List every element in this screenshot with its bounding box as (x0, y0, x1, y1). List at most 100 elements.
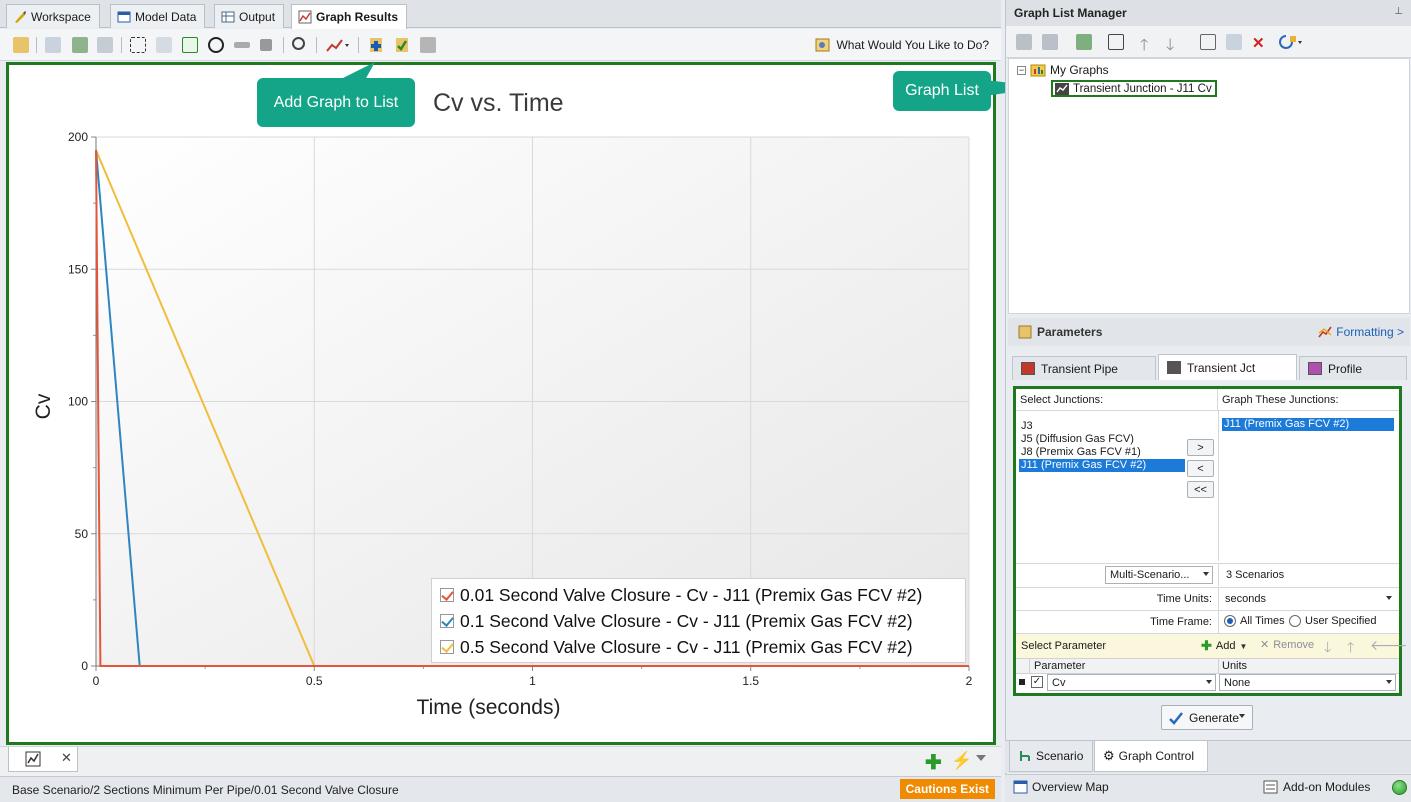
time-frame-label: Time Frame: (1150, 616, 1212, 628)
stop-icon[interactable] (260, 39, 272, 51)
what-would-you-like-button[interactable]: What Would You Like to Do? (815, 37, 989, 53)
move-down-icon[interactable]: 🡓 (1166, 34, 1182, 54)
tab-output[interactable]: Output (214, 4, 285, 28)
generate-button[interactable]: Generate (1161, 705, 1253, 730)
available-junctions-list[interactable]: J3 J5 (Diffusion Gas FCV) J8 (Premix Gas F… (1019, 420, 1185, 472)
delete-icon[interactable]: ✕ (1252, 34, 1268, 52)
radio-unselected[interactable] (1289, 615, 1301, 627)
tab-scenario-label: Scenario (1036, 749, 1084, 763)
cautions-badge[interactable]: Cautions Exist (899, 779, 995, 799)
multi-scenario-dropdown[interactable]: Multi-Scenario... (1105, 566, 1213, 584)
junction-list-item[interactable]: J11 (Premix Gas FCV #2) (1019, 459, 1185, 472)
refresh-icon[interactable] (1278, 34, 1304, 50)
chevron-down-icon[interactable] (1239, 714, 1245, 718)
close-icon[interactable]: ✕ (61, 750, 72, 766)
user-specified-radio[interactable]: User Specified (1289, 615, 1377, 627)
y-tick-label: 50 (75, 527, 89, 541)
overview-map-button[interactable]: Overview Map (1013, 780, 1109, 794)
legend-icon[interactable] (156, 37, 172, 53)
formatting-link[interactable]: Formatting > (1318, 325, 1404, 339)
row-checkbox[interactable]: ✓ (1031, 676, 1043, 688)
crosshair-icon[interactable] (208, 37, 224, 53)
legend-item[interactable]: 0.5 Second Valve Closure - Cv - J11 (Pre… (440, 634, 957, 660)
open-all-icon[interactable] (1042, 34, 1058, 50)
tab-menu-chevron-icon[interactable] (976, 755, 986, 761)
legend-item[interactable]: 0.01 Second Valve Closure - Cv - J11 (Pr… (440, 582, 957, 608)
tab-transient-pipe[interactable]: Transient Pipe (1012, 356, 1156, 380)
pin-icon[interactable]: ⊥ (1394, 6, 1403, 17)
remove-parameter-button[interactable]: ✕ Remove (1260, 638, 1315, 652)
table-icon[interactable] (97, 37, 113, 53)
scenario-count: 3 Scenarios (1226, 569, 1285, 581)
x-tick-label: 1 (529, 674, 536, 688)
junction-list-item[interactable]: J8 (Premix Gas FCV #1) (1019, 446, 1185, 459)
export-icon[interactable] (72, 37, 88, 53)
tab-profile-label: Profile (1328, 361, 1363, 376)
checkbox-icon[interactable] (182, 37, 198, 53)
print-icon[interactable] (1108, 34, 1124, 50)
remove-all-junctions-button[interactable]: << (1187, 481, 1214, 498)
add-junction-button[interactable]: > (1187, 439, 1214, 456)
addon-modules-button[interactable]: Add-on Modules (1263, 780, 1370, 794)
profile-icon (1308, 362, 1322, 375)
edit-notes-icon[interactable] (13, 37, 29, 53)
right-panel-tabs: Scenario ⚙ Graph Control (1005, 740, 1411, 773)
add-graph-to-list-icon[interactable] (368, 37, 384, 53)
tree-root-my-graphs[interactable]: − My Graphs (1017, 63, 1109, 77)
collapse-icon[interactable]: − (1017, 65, 1026, 75)
remove-junction-button[interactable]: < (1187, 460, 1214, 477)
add-graph-callout-pointer (339, 62, 375, 80)
scenario-icon (1020, 751, 1030, 761)
tab-model-data-label: Model Data (135, 9, 197, 24)
line-style-icon[interactable] (326, 37, 349, 53)
units-select[interactable]: None (1219, 674, 1396, 691)
graph-folder-icon (1030, 64, 1046, 77)
magnifier-icon[interactable] (292, 37, 305, 50)
open-graph-icon[interactable] (1016, 34, 1032, 50)
info-icon[interactable] (420, 37, 436, 53)
transient-pipe-icon (1021, 362, 1035, 375)
junction-list-item[interactable]: J3 (1019, 420, 1185, 433)
move-left-param-icon[interactable]: 🡐 (1370, 637, 1408, 654)
junction-list-item[interactable]: J5 (Diffusion Gas FCV) (1019, 433, 1185, 446)
zoom-box-icon[interactable] (130, 37, 146, 53)
add-tab-icon[interactable]: ✚ (925, 750, 942, 775)
tab-transient-jct[interactable]: Transient Jct (1158, 354, 1297, 380)
tab-profile[interactable]: Profile (1299, 356, 1407, 380)
tab-graph-control[interactable]: ⚙ Graph Control (1094, 741, 1208, 772)
tab-model-data[interactable]: Model Data (110, 4, 206, 28)
remove-parameter-label: Remove (1273, 638, 1315, 651)
graphed-junctions-list[interactable]: J11 (Premix Gas FCV #2) (1222, 418, 1394, 431)
add-parameter-button[interactable]: ✚ Add ▼ (1201, 638, 1247, 654)
tab-workspace[interactable]: Workspace (6, 4, 100, 28)
time-units-select[interactable]: seconds (1220, 590, 1396, 608)
all-times-radio[interactable]: All Times (1224, 615, 1285, 627)
update-graph-icon[interactable] (394, 37, 410, 53)
legend-checkbox[interactable] (440, 640, 454, 654)
copy-graph-icon[interactable] (1226, 34, 1242, 50)
y-tick-label: 200 (68, 130, 88, 144)
graph-document-tab[interactable]: ✕ (8, 747, 78, 772)
parameter-grid-row[interactable]: ✓ Cv None (1016, 674, 1399, 691)
add-folder-icon[interactable] (1076, 34, 1092, 50)
tree-item-graph[interactable]: Transient Junction - J11 Cv (1051, 80, 1217, 97)
lightning-icon[interactable]: ⚡ (951, 751, 972, 771)
tab-scenario[interactable]: Scenario (1009, 741, 1093, 772)
graphed-junction-item[interactable]: J11 (Premix Gas FCV #2) (1222, 418, 1394, 431)
wizard-icon (815, 38, 830, 52)
parameter-select[interactable]: Cv (1047, 674, 1216, 691)
multi-scenario-row: Multi-Scenario... 3 Scenarios (1016, 563, 1399, 586)
graph-list-tree: − My Graphs Transient Junction - J11 Cv (1008, 58, 1410, 314)
move-up-icon[interactable]: 🡑 (1140, 34, 1156, 54)
formatting-icon (1318, 326, 1332, 338)
copy-icon[interactable] (45, 37, 61, 53)
legend-checkbox[interactable] (440, 614, 454, 628)
rename-icon[interactable] (1200, 34, 1216, 50)
y-tick-label: 150 (68, 262, 88, 276)
legend-checkbox[interactable] (440, 588, 454, 602)
legend-item[interactable]: 0.1 Second Valve Closure - Cv - J11 (Pre… (440, 608, 957, 634)
ruler-icon[interactable] (234, 42, 250, 48)
tab-graph-results[interactable]: Graph Results (291, 4, 408, 29)
radio-selected[interactable] (1224, 615, 1236, 627)
formatting-label: Formatting > (1336, 325, 1404, 339)
